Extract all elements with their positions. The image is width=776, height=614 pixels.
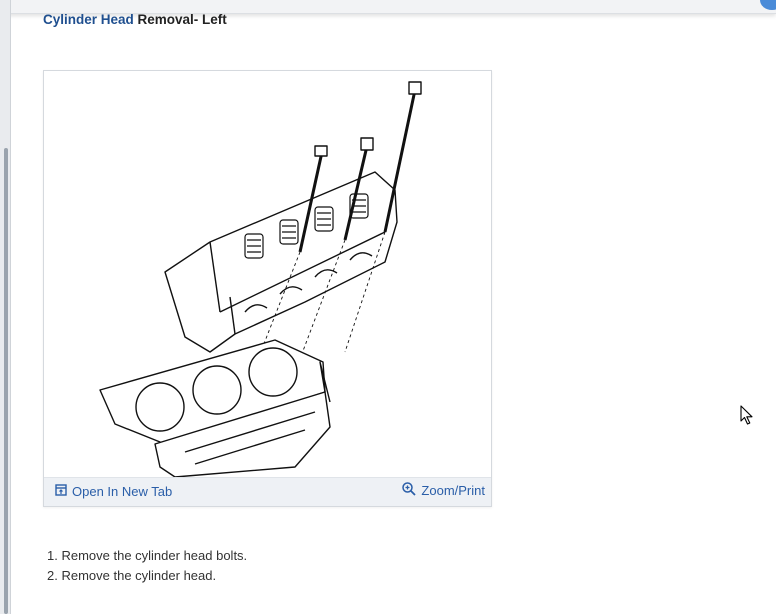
- list-item: 2. Remove the cylinder head.: [47, 568, 217, 583]
- zoom-print-label: Zoom/Print: [421, 483, 485, 498]
- open-in-new-tab-label: Open In New Tab: [72, 484, 173, 499]
- procedure-steps: 1. Remove the cylinder head bolts. 2. Re…: [47, 548, 247, 588]
- list-item: 1. Remove the cylinder head bolts.: [47, 548, 248, 563]
- avatar[interactable]: [760, 0, 776, 10]
- left-scroll-rail: [0, 0, 11, 614]
- page-title: Cylinder Head Removal- Left: [43, 12, 227, 27]
- cylinder-head-diagram: [45, 72, 491, 478]
- mouse-cursor-icon: [740, 405, 754, 430]
- open-in-new-tab-icon: [55, 484, 67, 499]
- title-link[interactable]: Cylinder Head: [43, 12, 134, 27]
- title-text: Removal- Left: [133, 12, 227, 27]
- open-in-new-tab-button[interactable]: Open In New Tab: [55, 484, 172, 499]
- engine-line-drawing: [99, 81, 422, 478]
- figure-toolbar: Open In New Tab Zoom/Print: [44, 477, 491, 506]
- figure-card: Open In New Tab Zoom/Print: [43, 70, 492, 507]
- scrollbar-thumb[interactable]: [4, 148, 8, 614]
- zoom-in-icon: [402, 482, 417, 499]
- zoom-print-button[interactable]: Zoom/Print: [402, 482, 485, 499]
